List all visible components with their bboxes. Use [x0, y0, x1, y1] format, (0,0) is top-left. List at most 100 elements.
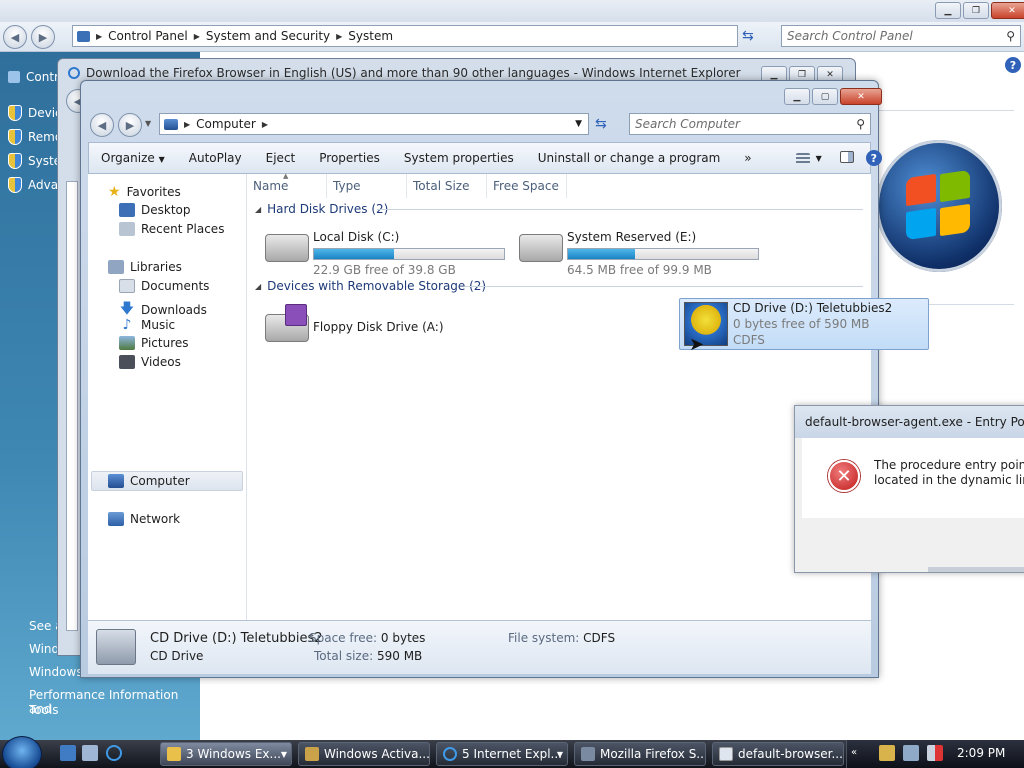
control-panel-search-input[interactable]: Search Control Panel ⚲: [781, 25, 1021, 47]
breadcrumb-system[interactable]: System: [348, 29, 393, 43]
floppy-disk-icon: [285, 304, 307, 326]
column-header-type[interactable]: Type: [327, 174, 407, 198]
drive-e[interactable]: System Reserved (E:) 64.5 MB free of 99.…: [515, 224, 759, 277]
remote-settings-link[interactable]: Remo: [8, 129, 62, 145]
organize-menu[interactable]: Organize ▼: [89, 151, 177, 165]
breadcrumb-control-panel[interactable]: Control Panel: [108, 29, 188, 43]
breadcrumb-computer[interactable]: Computer: [196, 117, 256, 131]
recent-pages-chevron-icon[interactable]: ▼: [145, 119, 151, 128]
desktop-icon: [119, 203, 135, 217]
nav-network[interactable]: Network: [108, 512, 180, 526]
breadcrumb-system-security[interactable]: System and Security: [206, 29, 330, 43]
drive-c[interactable]: Local Disk (C:) 22.9 GB free of 39.8 GB: [261, 224, 505, 277]
search-placeholder: Search Control Panel: [787, 29, 913, 43]
help-button[interactable]: ?: [860, 150, 888, 166]
close-button[interactable]: ✕: [840, 88, 882, 105]
nav-documents[interactable]: Documents: [119, 279, 209, 293]
drive-a[interactable]: Floppy Disk Drive (A:): [261, 302, 505, 348]
advanced-settings-link[interactable]: Adva: [8, 177, 58, 193]
error-x-icon: ✕: [828, 460, 860, 492]
group-removable-storage[interactable]: ◢ Devices with Removable Storage (2): [255, 279, 486, 293]
dialog-ok-button-edge[interactable]: [928, 567, 1024, 572]
uninstall-program-button[interactable]: Uninstall or change a program: [526, 151, 733, 165]
performance-info-link-tools[interactable]: Tools: [29, 703, 59, 717]
taskbar-internet-explorer[interactable]: 5 Internet Expl... ▼: [436, 742, 568, 766]
taskbar-default-browser-agent[interactable]: default-browser...: [712, 742, 844, 766]
refresh-icon[interactable]: ⇆: [595, 116, 607, 132]
nav-libraries[interactable]: Libraries: [108, 260, 182, 274]
chevron-down-icon: ▼: [280, 749, 287, 759]
computer-icon: [108, 474, 124, 488]
drive-d-selected[interactable]: CD Drive (D:) Teletubbies2 0 bytes free …: [679, 298, 929, 350]
chevron-down-icon: ▼: [556, 749, 563, 759]
back-button[interactable]: ◀: [3, 25, 27, 49]
key-icon: [305, 747, 319, 761]
back-button[interactable]: ◀: [90, 113, 114, 137]
device-manager-link[interactable]: Devic: [8, 105, 62, 121]
error-message: The procedure entry point K32 located in…: [874, 458, 1024, 488]
search-icon: ⚲: [1006, 29, 1015, 43]
libraries-icon: [108, 260, 124, 274]
taskbar-windows-explorer[interactable]: 3 Windows Ex... ▼: [160, 742, 292, 766]
taskbar-label: Mozilla Firefox S...: [600, 747, 706, 761]
nav-favorites[interactable]: ★ Favorites: [108, 184, 181, 200]
properties-button[interactable]: Properties: [307, 151, 392, 165]
taskbar-firefox-setup[interactable]: Mozilla Firefox S...: [574, 742, 706, 766]
change-view-button[interactable]: ▼: [784, 152, 834, 164]
nav-videos[interactable]: Videos: [119, 355, 181, 369]
explorer-address-bar[interactable]: ▶ Computer ▶ ▼: [159, 113, 589, 135]
details-type: CD Drive: [150, 649, 204, 663]
details-label: Space free:: [309, 631, 378, 645]
show-hidden-icons-chevron[interactable]: «: [851, 747, 857, 758]
help-icon[interactable]: ?: [1005, 57, 1021, 73]
see-also-link[interactable]: Wind: [29, 642, 59, 656]
taskbar: 3 Windows Ex... ▼ Windows Activa... 5 Int…: [0, 736, 1024, 768]
nav-label: Libraries: [130, 260, 182, 274]
switch-windows-icon[interactable]: [82, 745, 98, 761]
system-protection-link[interactable]: Syste: [8, 153, 61, 169]
action-center-icon[interactable]: [879, 745, 895, 761]
network-status-icon[interactable]: [903, 745, 919, 761]
group-divider: [377, 209, 863, 210]
ie-quicklaunch-icon[interactable]: [106, 745, 122, 761]
close-button[interactable]: ✕: [991, 2, 1024, 19]
column-header-total-size[interactable]: Total Size: [407, 174, 487, 198]
address-dropdown-icon[interactable]: ▼: [575, 119, 582, 129]
maximize-button[interactable]: ❐: [963, 2, 989, 19]
drive-filesystem: CDFS: [733, 333, 765, 347]
minimize-button[interactable]: ▁: [784, 88, 810, 105]
nav-desktop[interactable]: Desktop: [119, 203, 191, 217]
drive-free-space: 0 bytes free of 590 MB: [733, 317, 870, 331]
taskbar-windows-activation[interactable]: Windows Activa...: [298, 742, 430, 766]
start-button[interactable]: [2, 736, 42, 768]
show-desktop-icon[interactable]: [60, 745, 76, 761]
control-panel-home-link[interactable]: Contr: [8, 70, 59, 84]
drive-name: CD Drive (D:) Teletubbies2: [733, 301, 893, 315]
mouse-cursor-icon: ➤: [689, 334, 705, 355]
task-label: Adva: [28, 178, 59, 192]
refresh-icon[interactable]: ⇆: [742, 28, 754, 44]
system-properties-button[interactable]: System properties: [392, 151, 526, 165]
control-panel-address-bar[interactable]: ▶ Control Panel ▶ System and Security ▶ …: [72, 25, 738, 47]
logo-flag-blue: [906, 207, 936, 241]
forward-button[interactable]: ▶: [31, 25, 55, 49]
explorer-search-input[interactable]: Search Computer ⚲: [629, 113, 871, 135]
preview-pane-button[interactable]: [834, 150, 860, 166]
column-header-free-space[interactable]: Free Space: [487, 174, 567, 198]
see-also-link[interactable]: Windows: [29, 665, 83, 679]
taskbar-label: 5 Internet Expl...: [462, 747, 562, 761]
group-hard-disk-drives[interactable]: ◢ Hard Disk Drives (2): [255, 202, 388, 216]
forward-button[interactable]: ▶: [118, 113, 142, 137]
nav-computer[interactable]: Computer: [108, 474, 190, 488]
column-header-name[interactable]: Name ▲: [247, 172, 327, 198]
autoplay-button[interactable]: AutoPlay: [177, 151, 254, 165]
eject-button[interactable]: Eject: [254, 151, 308, 165]
minimize-button[interactable]: ▁: [935, 2, 961, 19]
nav-music[interactable]: ♪ Music: [119, 317, 176, 333]
maximize-button[interactable]: ▢: [812, 88, 838, 105]
taskbar-clock[interactable]: 2:09 PM: [957, 746, 1005, 760]
nav-pictures[interactable]: Pictures: [119, 336, 189, 350]
volume-muted-icon[interactable]: [927, 745, 943, 761]
nav-recent-places[interactable]: Recent Places: [119, 222, 224, 236]
more-commands-button[interactable]: »: [732, 151, 763, 165]
